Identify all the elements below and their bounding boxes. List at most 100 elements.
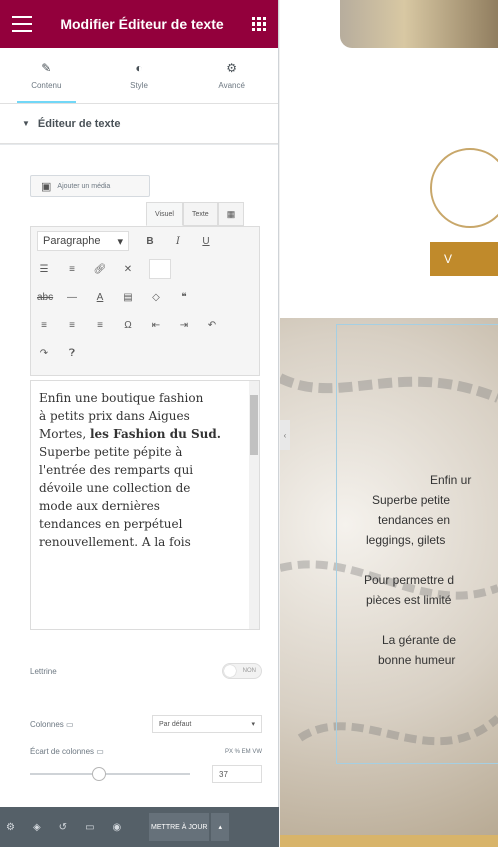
link-icon[interactable]: 🔗︎ [93, 264, 107, 275]
align-center-icon[interactable]: ≡ [65, 320, 79, 331]
undo-icon[interactable]: ↶ [205, 320, 219, 331]
column-gap-controls: 37 [30, 765, 262, 783]
preview-eye-icon[interactable]: ◉ [113, 822, 122, 833]
preview-line: Pour permettre d [364, 573, 455, 587]
special-char-icon[interactable]: Ω [121, 320, 135, 331]
preview-line: tendances en [378, 513, 451, 527]
tab-advanced[interactable]: ⚙ Avancé [185, 48, 278, 103]
toolbar-toggle-icon[interactable] [149, 259, 171, 279]
fullscreen-icon[interactable]: ▦ [217, 202, 245, 226]
scroll-thumb[interactable] [250, 395, 258, 455]
panel-footer: ⚙ ◈ ↺ ▭ ◉ METTRE À JOUR ▴ [0, 807, 279, 847]
column-gap-input[interactable]: 37 [212, 765, 262, 783]
preview-bottom-bar [280, 835, 498, 847]
controls-area: ▣ Ajouter un média Visuel Texte ▦ Paragr… [0, 145, 278, 807]
preview-shop-button[interactable]: V [430, 242, 498, 276]
content-bold: les Fashion du Sud. [89, 427, 221, 441]
tab-advanced-label: Avancé [218, 81, 245, 90]
add-media-button[interactable]: ▣ Ajouter un média [30, 175, 150, 197]
format-select[interactable]: Paragraphe ▾ [37, 231, 129, 251]
columns-select[interactable]: Par défaut ▾ [152, 715, 262, 733]
hamburger-menu-icon[interactable] [12, 16, 32, 32]
preview-line: leggings, gilets [366, 533, 446, 547]
slider-handle[interactable] [92, 767, 106, 781]
preview-line [280, 610, 498, 630]
hero-image [340, 0, 498, 48]
units-selector[interactable]: PX % EM VW [225, 749, 262, 755]
gear-icon: ⚙ [226, 61, 238, 75]
blockquote-icon[interactable]: ❝ [177, 292, 191, 303]
preview-line: Superbe petite [372, 493, 451, 507]
drop-cap-state: NON [242, 668, 256, 674]
section-header[interactable]: ▼ Éditeur de texte [0, 104, 278, 144]
content-line: Enfin une boutique fashion [39, 391, 204, 405]
content-line: renouvellement. A la fois [39, 535, 191, 549]
panel-tabs: ✎ Contenu ◐ Style ⚙ Avancé [0, 48, 278, 104]
content-line: l'entrée des remparts qui [39, 463, 194, 477]
indent-icon[interactable]: ⇥ [177, 320, 191, 331]
widgets-grid-icon[interactable] [252, 17, 266, 31]
align-left-icon[interactable]: ≡ [37, 320, 51, 331]
columns-label-text: Colonnes [30, 719, 64, 729]
redo-icon[interactable]: ↷ [37, 348, 51, 359]
tab-text[interactable]: Texte [182, 202, 218, 226]
page-preview: V Enfin ur Superbe petite tendances en l… [280, 0, 498, 847]
numbered-list-icon[interactable]: ≡ [65, 264, 79, 275]
unlink-icon[interactable]: ✕ [121, 264, 135, 275]
media-icon: ▣ [41, 180, 52, 193]
preview-line: pièces est limité [366, 593, 452, 607]
collapse-panel-tab[interactable]: ‹ [280, 420, 290, 450]
drop-cap-switch[interactable]: NON [222, 663, 262, 679]
underline-icon[interactable]: U [199, 236, 213, 247]
tab-style[interactable]: ◐ Style [93, 48, 186, 103]
bold-icon[interactable]: B [143, 236, 157, 247]
tab-visual[interactable]: Visuel [146, 202, 183, 226]
italic-icon[interactable]: I [171, 236, 185, 247]
preview-line [280, 550, 498, 570]
panel-title: Modifier Éditeur de texte [60, 16, 224, 32]
content-line: tendances en perpétuel [39, 517, 183, 531]
preview-text: Enfin ur Superbe petite tendances en leg… [280, 470, 498, 670]
content-line-part: Mortes, [39, 427, 87, 441]
update-options-caret[interactable]: ▴ [211, 813, 230, 841]
columns-row: Colonnes ▭ Par défaut ▾ [30, 715, 262, 733]
history-icon[interactable]: ↺ [59, 822, 67, 833]
clear-formatting-icon[interactable]: ◇ [149, 292, 163, 303]
drop-cap-label: Lettrine [30, 666, 57, 676]
settings-icon[interactable]: ⚙ [6, 822, 15, 833]
drop-cap-row: Lettrine NON [30, 663, 262, 679]
desktop-icon: ▭ [66, 719, 74, 729]
preview-line: La gérante de [382, 633, 457, 647]
text-color-icon[interactable]: A [93, 292, 107, 303]
tab-content-label: Contenu [31, 81, 62, 90]
help-icon[interactable]: ❓︎ [65, 348, 79, 359]
editor-text: Enfin une boutique fashion à petits prix… [31, 381, 259, 559]
align-right-icon[interactable]: ≡ [93, 320, 107, 331]
column-gap-label: Écart de colonnes ▭ [30, 747, 104, 756]
bullet-list-icon[interactable]: ☰ [37, 264, 51, 275]
responsive-icon[interactable]: ▭ [85, 822, 94, 833]
caret-down-icon: ▼ [22, 119, 30, 128]
columns-label: Colonnes ▭ [30, 720, 74, 729]
strikethrough-icon[interactable]: abc [37, 292, 53, 303]
layers-icon[interactable]: ◈ [33, 822, 41, 833]
outdent-icon[interactable]: ⇤ [149, 320, 163, 331]
column-gap-slider[interactable] [30, 767, 190, 781]
preview-line: bonne humeur [378, 653, 456, 667]
add-media-label: Ajouter un média [57, 182, 111, 190]
content-line: Mortes, les Fashion du Sud. [39, 425, 241, 443]
editor-mode-tabs: Visuel Texte ▦ [146, 202, 245, 226]
content-line: Superbe petite pépite à [39, 445, 183, 459]
update-button[interactable]: METTRE À JOUR [149, 813, 210, 841]
chevron-down-icon: ▾ [251, 721, 255, 728]
content-line: mode aux dernières [39, 499, 160, 513]
horizontal-line-icon[interactable]: — [65, 292, 79, 303]
tab-content[interactable]: ✎ Contenu [0, 48, 93, 103]
editor-scrollbar[interactable] [249, 381, 259, 629]
desktop-icon: ▭ [96, 747, 104, 756]
paste-text-icon[interactable]: ▤ [121, 292, 135, 303]
contrast-icon: ◐ [135, 61, 143, 75]
editor-panel: Modifier Éditeur de texte ✎ Contenu ◐ St… [0, 0, 279, 847]
column-gap-label-text: Écart de colonnes [30, 747, 95, 756]
text-content-editor[interactable]: Enfin une boutique fashion à petits prix… [30, 380, 260, 630]
